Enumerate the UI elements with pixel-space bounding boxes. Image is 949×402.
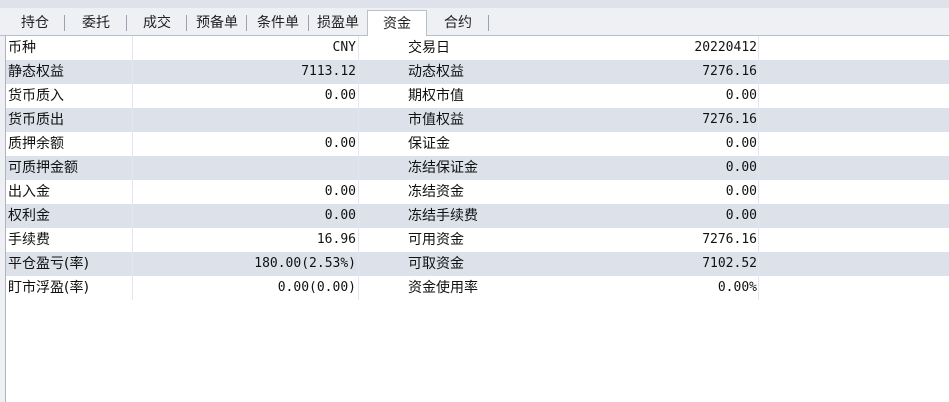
row-value: 0.00(0.00): [277, 280, 356, 295]
row-label: 平仓盈亏(率): [8, 256, 89, 272]
row-value: 0.00: [725, 184, 757, 199]
row-label: 交易日: [408, 40, 450, 56]
row-label: 保证金: [408, 136, 450, 152]
row-label: 货币质入: [8, 88, 64, 104]
tab-bar: 持仓 委托 成交 预备单 条件单 损盈单 资金 合约: [0, 8, 949, 36]
tab-trades[interactable]: 成交: [127, 12, 187, 34]
row-label: 可取资金: [408, 256, 464, 272]
row-value: 0.00: [725, 208, 757, 223]
tab-divider: [488, 15, 489, 31]
row-label: 资金使用率: [408, 280, 478, 296]
row-label: 动态权益: [408, 64, 464, 80]
table-row: 可质押金额 冻结保证金 0.00: [6, 156, 949, 180]
tab-positions[interactable]: 持仓: [5, 12, 65, 34]
row-value: 0.00%: [717, 280, 757, 295]
tab-label: 委托: [82, 15, 110, 31]
table-row: 盯市浮盈(率) 0.00(0.00) 资金使用率 0.00%: [6, 276, 949, 300]
row-value: CNY: [332, 40, 356, 55]
table-row: 平仓盈亏(率) 180.00(2.53%) 可取资金 7102.52: [6, 252, 949, 276]
row-label: 冻结资金: [408, 184, 464, 200]
tab-stop-orders[interactable]: 损盈单: [309, 12, 367, 34]
tab-funds[interactable]: 资金: [367, 10, 427, 36]
row-label: 可用资金: [408, 232, 464, 248]
window-top-band: [0, 0, 949, 8]
row-label: 静态权益: [8, 64, 64, 80]
row-label: 手续费: [8, 232, 50, 248]
row-value: 0.00: [725, 160, 757, 175]
row-value: 7276.16: [702, 112, 757, 127]
row-value: 7276.16: [702, 232, 757, 247]
tab-label: 条件单: [257, 15, 299, 31]
row-label: 市值权益: [408, 112, 464, 128]
row-label: 期权市值: [408, 88, 464, 104]
row-label: 出入金: [8, 184, 50, 200]
row-label: 可质押金额: [8, 160, 78, 176]
table-row: 货币质入 0.00 期权市值 0.00: [6, 84, 949, 108]
table-row: 权利金 0.00 冻结手续费 0.00: [6, 204, 949, 228]
row-value: 20220412: [694, 40, 757, 55]
row-value: [133, 156, 356, 180]
column-divider: [758, 36, 759, 300]
table-row: 手续费 16.96 可用资金 7276.16: [6, 228, 949, 252]
column-divider: [358, 36, 359, 300]
row-value: 16.96: [316, 232, 356, 247]
row-value: 0.00: [324, 136, 356, 151]
row-value: 7102.52: [702, 256, 757, 271]
row-value: 7276.16: [702, 64, 757, 79]
tab-conditional-orders[interactable]: 条件单: [247, 12, 309, 34]
row-label: 冻结保证金: [408, 160, 478, 176]
table-row: 静态权益 7113.12 动态权益 7276.16: [6, 60, 949, 84]
row-value: 7113.12: [301, 64, 356, 79]
tab-orders[interactable]: 委托: [65, 12, 127, 34]
tab-label: 预备单: [196, 15, 238, 31]
tab-label: 损盈单: [317, 15, 359, 31]
row-label: 冻结手续费: [408, 208, 478, 224]
row-value: 0.00: [324, 184, 356, 199]
row-label: 货币质出: [8, 112, 64, 128]
tab-prepared-orders[interactable]: 预备单: [187, 12, 247, 34]
table-row: 出入金 0.00 冻结资金 0.00: [6, 180, 949, 204]
tab-label: 成交: [143, 15, 171, 31]
table-row: 币种 CNY 交易日 20220412: [6, 36, 949, 60]
row-label: 币种: [8, 40, 36, 56]
row-value: 180.00(2.53%): [254, 256, 356, 271]
tab-label: 持仓: [21, 15, 49, 31]
tab-label: 合约: [444, 15, 472, 31]
row-label: 质押余额: [8, 136, 64, 152]
table-row: 质押余额 0.00 保证金 0.00: [6, 132, 949, 156]
row-value: 0.00: [725, 88, 757, 103]
tab-contracts[interactable]: 合约: [427, 12, 489, 34]
funds-panel: 币种 CNY 交易日 20220412 静态权益 7113.12 动态权益 72…: [5, 36, 949, 402]
row-label: 权利金: [8, 208, 50, 224]
row-value: 0.00: [725, 136, 757, 151]
table-row: 货币质出 市值权益 7276.16: [6, 108, 949, 132]
row-value: [133, 108, 356, 132]
tab-label: 资金: [383, 16, 411, 32]
row-value: 0.00: [324, 88, 356, 103]
column-divider: [132, 36, 133, 300]
row-label: 盯市浮盈(率): [8, 280, 89, 296]
row-value: 0.00: [324, 208, 356, 223]
